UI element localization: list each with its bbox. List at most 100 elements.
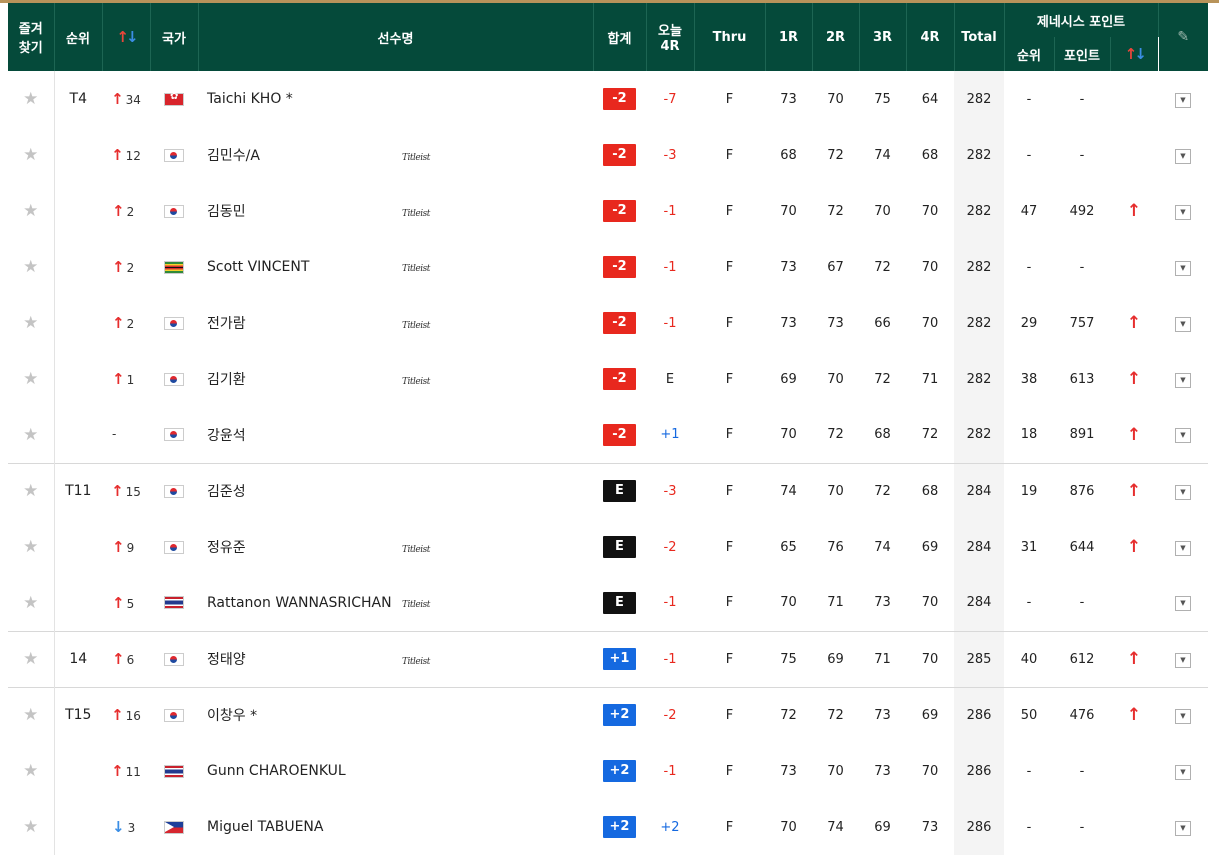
dropdown-toggle-icon[interactable]: ▼ <box>1175 260 1191 276</box>
dropdown-toggle-icon[interactable]: ▼ <box>1175 596 1191 612</box>
today-cell: -3 <box>663 147 677 163</box>
star-icon[interactable]: ★ <box>23 537 38 557</box>
player-name-link[interactable]: Gunn CHAROENKUL <box>207 763 402 779</box>
col-r2-header: 2R <box>812 3 860 71</box>
player-cell: Scott VINCENT Titleist <box>198 239 593 295</box>
score-badge: E <box>603 536 636 558</box>
player-cell: 김기환 Titleist <box>198 351 593 407</box>
col-tools-header[interactable]: ✎ <box>1158 3 1208 71</box>
star-icon[interactable]: ★ <box>23 817 38 837</box>
star-icon[interactable]: ★ <box>23 649 38 669</box>
player-name-link[interactable]: 김동민 <box>207 201 402 221</box>
r2-cell: 74 <box>827 819 844 835</box>
genesis-sort-header[interactable]: ↑↓ <box>1110 37 1158 71</box>
country-cell <box>150 127 198 183</box>
rank-cell <box>54 575 102 631</box>
dropdown-toggle-icon[interactable]: ▼ <box>1175 540 1191 556</box>
dropdown-toggle-icon[interactable]: ▼ <box>1175 316 1191 332</box>
player-name-link[interactable]: 김준성 <box>207 481 402 501</box>
player-cell: Gunn CHAROENKUL <box>198 743 593 799</box>
player-name-link[interactable]: 정유준 <box>207 537 402 557</box>
total-score-cell: +2 <box>593 743 646 799</box>
movement-cell: - <box>102 407 150 463</box>
dropdown-toggle-icon[interactable]: ▼ <box>1175 148 1191 164</box>
movement-cell: ↓ 3 <box>102 799 150 855</box>
expand-cell: ▼ <box>1158 743 1208 799</box>
genesis-points-cell: 612 <box>1054 630 1110 687</box>
player-name-link[interactable]: 김민수/A <box>207 145 402 165</box>
star-icon[interactable]: ★ <box>23 705 38 725</box>
r4-cell: 72 <box>921 427 939 443</box>
favorite-cell: ★ <box>8 630 55 687</box>
dropdown-toggle-icon[interactable]: ▼ <box>1175 764 1191 780</box>
movement-cell: ↑ 2 <box>102 239 150 295</box>
genesis-points-subheader[interactable]: 포인트 <box>1054 37 1111 71</box>
star-icon[interactable]: ★ <box>23 425 38 445</box>
star-icon[interactable]: ★ <box>23 593 38 613</box>
dropdown-toggle-icon[interactable]: ▼ <box>1175 652 1191 668</box>
today-cell: -1 <box>663 315 677 331</box>
genesis-trend-cell <box>1110 127 1158 183</box>
r1-cell: 70 <box>780 203 797 219</box>
sponsor-logo: Titleist <box>402 657 430 667</box>
r2-cell: 72 <box>827 203 844 219</box>
genesis-rank-cell: - <box>1026 763 1032 779</box>
dropdown-toggle-icon[interactable]: ▼ <box>1175 372 1191 388</box>
player-name-link[interactable]: 정태양 <box>207 649 402 669</box>
dropdown-toggle-icon[interactable]: ▼ <box>1175 428 1191 444</box>
player-cell: 김민수/A Titleist <box>198 127 593 183</box>
player-cell: 정유준 Titleist <box>198 519 593 575</box>
col-total-score-header[interactable]: 합계 <box>593 3 647 71</box>
player-name-link[interactable]: Miguel TABUENA <box>207 819 402 835</box>
country-cell <box>150 630 198 687</box>
sort-arrows-icon[interactable]: ↑↓ <box>116 28 138 46</box>
player-name-link[interactable]: Rattanon WANNASRICHAN <box>207 595 402 611</box>
star-icon[interactable]: ★ <box>23 481 38 501</box>
player-name-link[interactable]: Scott VINCENT <box>207 259 402 275</box>
genesis-rank-header[interactable]: 순위 <box>1004 37 1055 71</box>
player-name-link[interactable]: 이창우 * <box>207 705 402 725</box>
rank-cell <box>54 351 102 407</box>
today-cell: -1 <box>663 763 677 779</box>
col-today-header: 오늘 4R <box>646 3 695 71</box>
player-name-link[interactable]: 강윤석 <box>207 425 402 445</box>
player-name-link[interactable]: Taichi KHO * <box>207 91 402 107</box>
star-icon[interactable]: ★ <box>23 257 38 277</box>
total-cell: 282 <box>954 183 1004 239</box>
dropdown-toggle-icon[interactable]: ▼ <box>1175 204 1191 220</box>
genesis-rank-cell: - <box>1026 91 1032 107</box>
genesis-rank-cell: 29 <box>1020 315 1038 331</box>
total-cell: 284 <box>954 519 1004 575</box>
move-down-icon: ↓ <box>112 818 125 836</box>
genesis-points-cell: 492 <box>1069 203 1095 219</box>
r2-cell: 72 <box>827 147 844 163</box>
player-name-link[interactable]: 전가람 <box>207 313 402 333</box>
dropdown-toggle-icon[interactable]: ▼ <box>1175 484 1191 500</box>
player-cell: 전가람 Titleist <box>198 295 593 351</box>
rank-movement: ↑ 2 <box>112 202 135 220</box>
dropdown-toggle-icon[interactable]: ▼ <box>1175 708 1191 724</box>
player-name-link[interactable]: 김기환 <box>207 369 402 389</box>
pin-icon[interactable]: ✎ <box>1177 29 1189 45</box>
dropdown-toggle-icon[interactable]: ▼ <box>1175 92 1191 108</box>
star-icon[interactable]: ★ <box>23 201 38 221</box>
total-score-cell: E <box>593 462 646 519</box>
total-cell: 282 <box>954 351 1004 407</box>
star-icon[interactable]: ★ <box>23 89 38 109</box>
r2-cell: 70 <box>827 91 844 107</box>
sort-arrows-icon[interactable]: ↑↓ <box>1125 45 1147 63</box>
dropdown-toggle-icon[interactable]: ▼ <box>1175 820 1191 836</box>
score-badge: +2 <box>603 760 636 782</box>
star-icon[interactable]: ★ <box>23 145 38 165</box>
today-cell: +1 <box>660 427 680 443</box>
col-movement-header[interactable]: ↑↓ <box>102 3 151 71</box>
total-score-cell: +2 <box>593 799 646 855</box>
star-icon[interactable]: ★ <box>23 761 38 781</box>
star-icon[interactable]: ★ <box>23 313 38 333</box>
star-icon[interactable]: ★ <box>23 369 38 389</box>
total-cell: 284 <box>954 462 1004 519</box>
r3-cell: 73 <box>859 686 906 743</box>
col-rank-header[interactable]: 순위 <box>54 3 103 71</box>
thru-cell: F <box>725 763 734 779</box>
r1-cell: 73 <box>780 91 797 107</box>
